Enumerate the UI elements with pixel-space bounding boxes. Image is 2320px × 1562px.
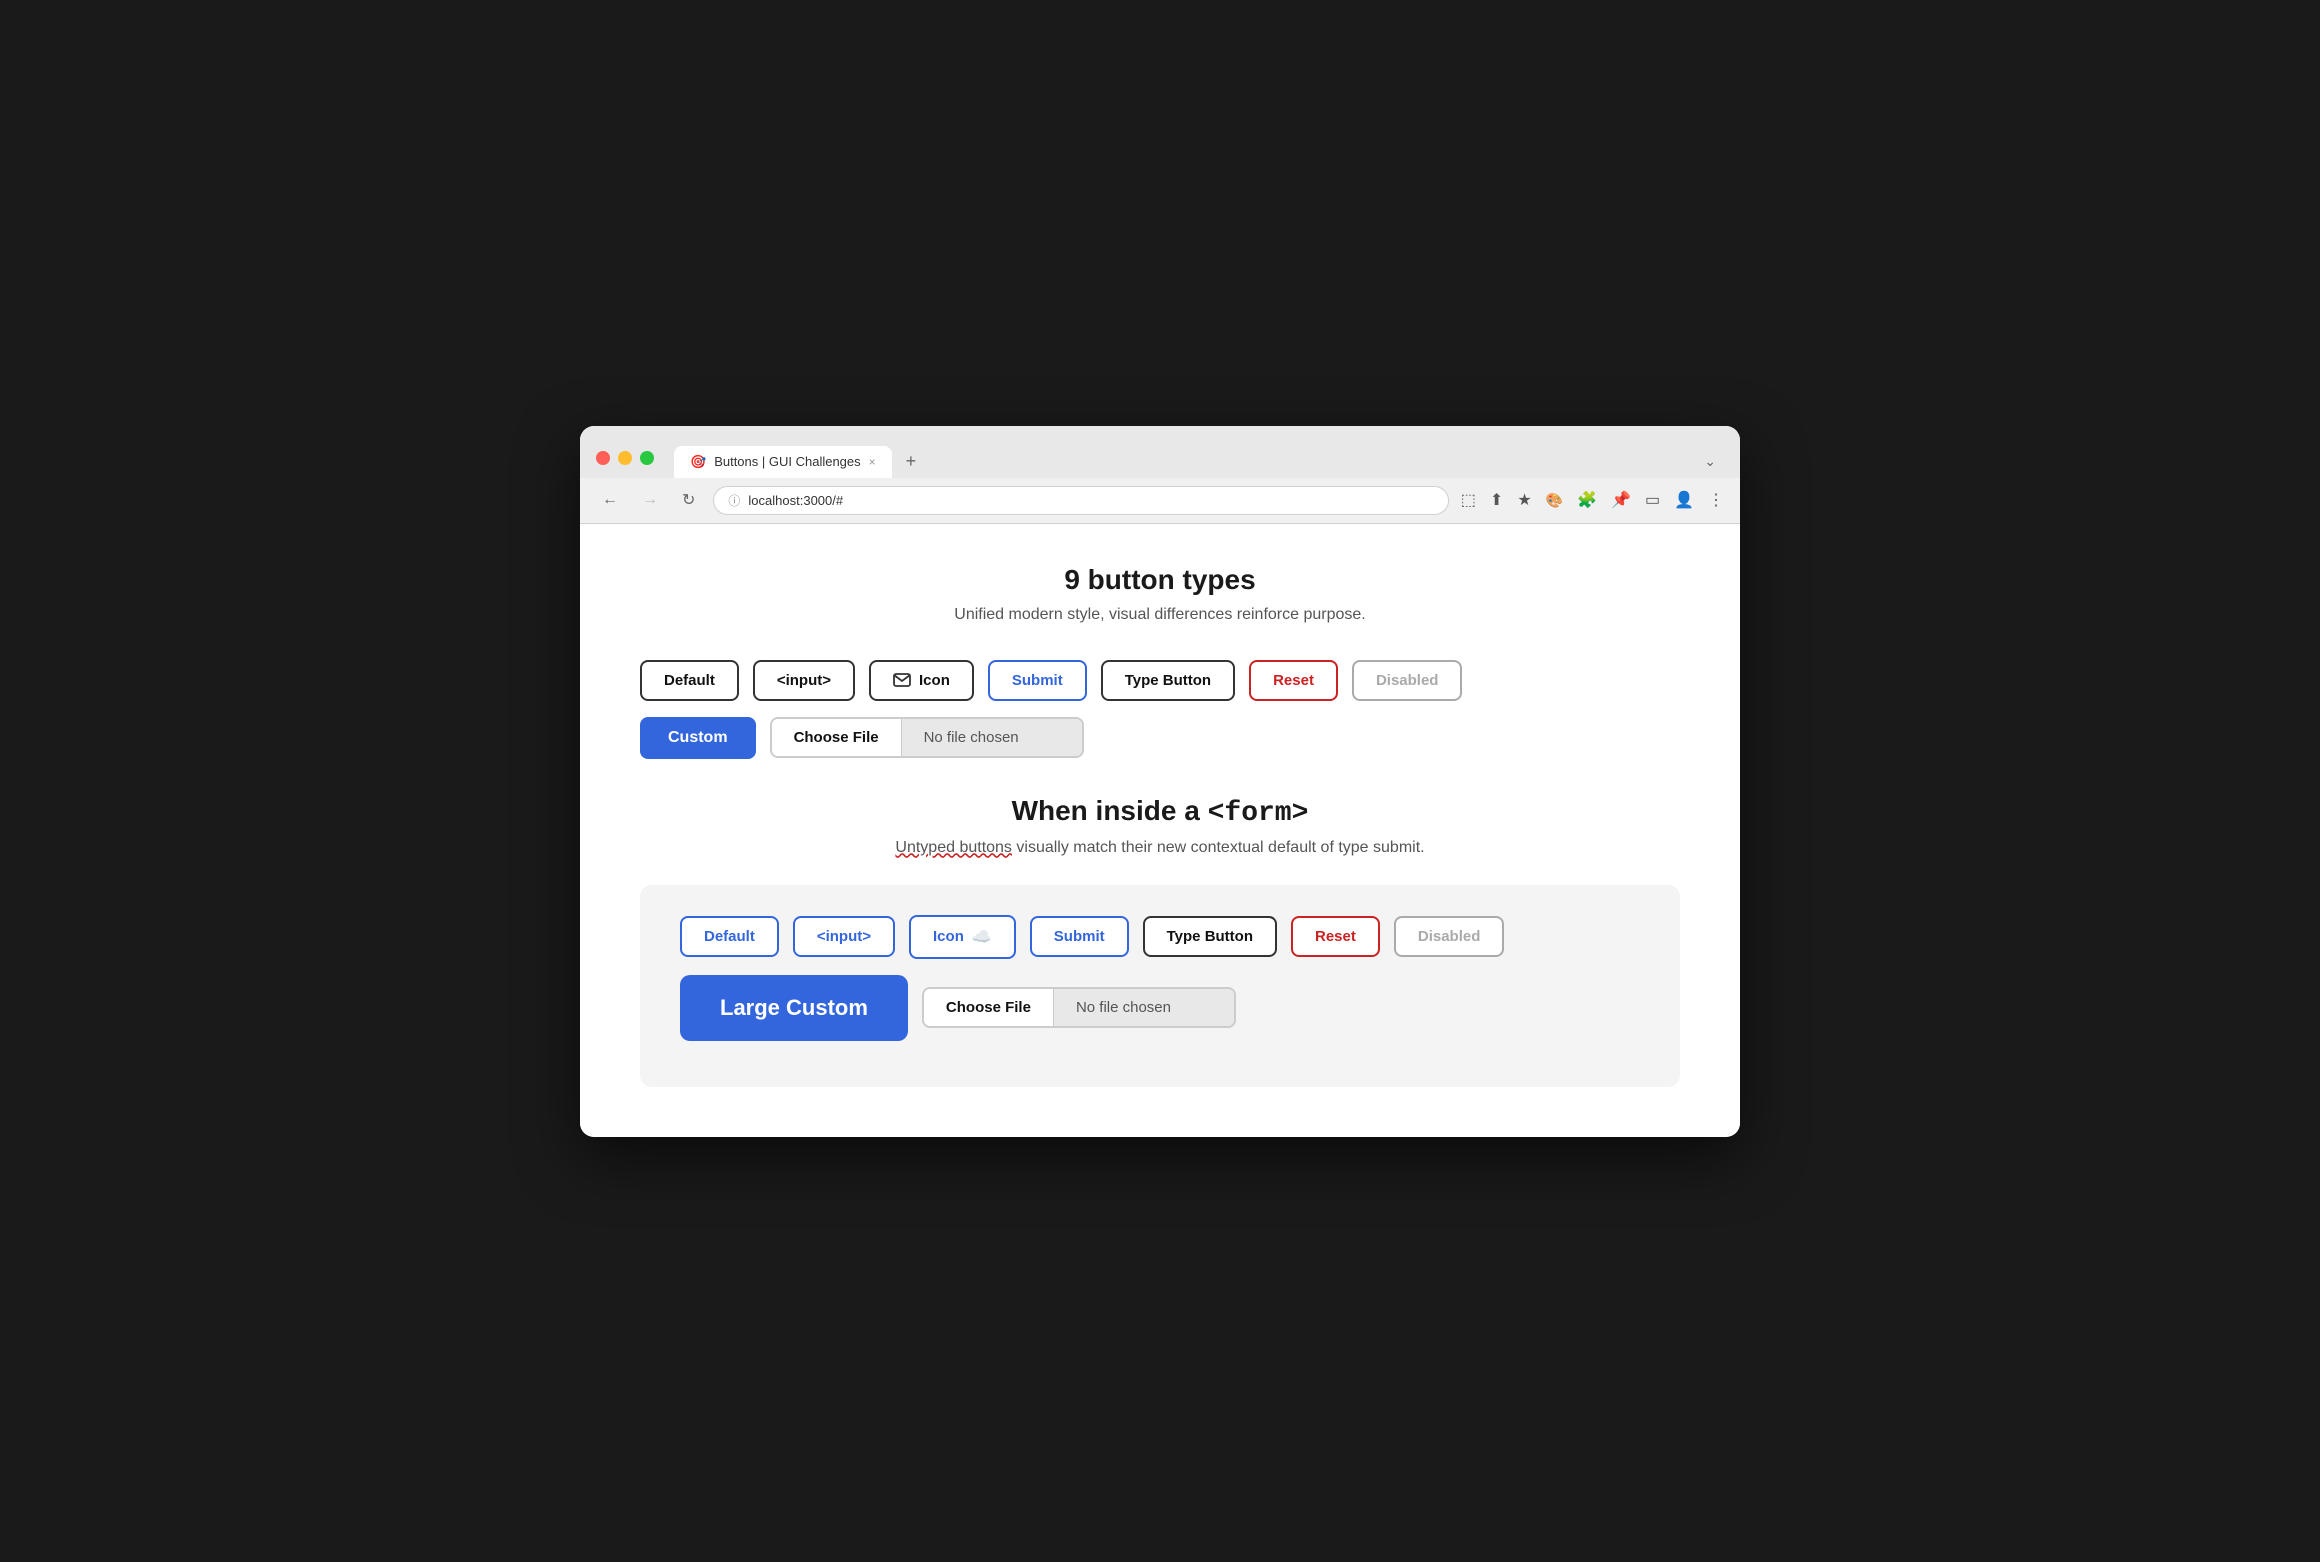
- sidebar-icon[interactable]: ▭: [1645, 490, 1660, 510]
- form-icon-button[interactable]: Icon ☁️: [909, 915, 1016, 959]
- bookmark-icon[interactable]: ★: [1517, 490, 1531, 510]
- icon-button-label: Icon: [919, 672, 950, 689]
- url-text: localhost:3000/#: [748, 493, 843, 508]
- more-options-button[interactable]: ⋮: [1708, 490, 1724, 510]
- profile-icon[interactable]: 👤: [1674, 490, 1694, 510]
- page-content: 9 button types Unified modern style, vis…: [580, 524, 1740, 1137]
- pin-icon[interactable]: 📌: [1611, 490, 1631, 510]
- type-button[interactable]: Type Button: [1101, 660, 1235, 701]
- url-bar[interactable]: ⓘ localhost:3000/#: [713, 486, 1448, 515]
- browser-window: 🎯 Buttons | GUI Challenges × + ⌄ ← → ↻ ⓘ…: [580, 426, 1740, 1137]
- address-bar: ← → ↻ ⓘ localhost:3000/# ⬚ ⬆ ★ 🎨 🧩 📌 ▭ 👤…: [580, 478, 1740, 524]
- form-default-button[interactable]: Default: [680, 916, 779, 957]
- title-bar: 🎯 Buttons | GUI Challenges × + ⌄: [580, 426, 1740, 478]
- form-input-button[interactable]: <input>: [793, 916, 895, 957]
- tab-bar: 🎯 Buttons | GUI Challenges × + ⌄: [674, 444, 1724, 478]
- section1-row2: Custom Choose File No file chosen: [640, 717, 1680, 759]
- subtitle-rest: visually match their new contextual defa…: [1012, 839, 1425, 856]
- color-icon[interactable]: 🎨: [1546, 492, 1563, 509]
- toolbar-buttons: ⬚ ⬆ ★ 🎨 🧩 📌 ▭ 👤 ⋮: [1461, 490, 1724, 510]
- section2-row2: Large Custom Choose File No file chosen: [680, 975, 1640, 1041]
- active-tab[interactable]: 🎯 Buttons | GUI Challenges ×: [674, 446, 892, 478]
- file-input-group: Choose File No file chosen: [770, 717, 1084, 758]
- form-file-input-group: Choose File No file chosen: [922, 987, 1236, 1028]
- tab-icon: 🎯: [690, 454, 706, 470]
- tab-close-button[interactable]: ×: [869, 455, 876, 469]
- cloud-icon: ☁️: [972, 927, 992, 947]
- new-tab-button[interactable]: +: [892, 444, 931, 478]
- forward-button[interactable]: →: [636, 487, 664, 513]
- close-traffic-light[interactable]: [596, 451, 610, 465]
- traffic-lights: [596, 451, 654, 465]
- external-link-icon[interactable]: ⬚: [1461, 490, 1476, 510]
- section2-title-code: <form>: [1208, 798, 1309, 829]
- tab-label: Buttons | GUI Challenges: [714, 454, 860, 469]
- default-button[interactable]: Default: [640, 660, 739, 701]
- choose-file-button[interactable]: Choose File: [772, 719, 902, 756]
- section1-row1: Default <input> Icon Submit Type Button …: [640, 660, 1680, 701]
- mail-icon: [893, 673, 911, 687]
- form-icon-button-label: Icon: [933, 928, 964, 945]
- extension-icon[interactable]: 🧩: [1577, 490, 1597, 510]
- icon-button[interactable]: Icon: [869, 660, 974, 701]
- form-disabled-button: Disabled: [1394, 916, 1505, 957]
- form-no-file-chosen-label: No file chosen: [1054, 989, 1234, 1026]
- secure-icon: ⓘ: [728, 492, 740, 509]
- section1-title: 9 button types: [640, 564, 1680, 596]
- form-box: Default <input> Icon ☁️ Submit Type Butt…: [640, 885, 1680, 1087]
- back-button[interactable]: ←: [596, 487, 624, 513]
- form-type-button[interactable]: Type Button: [1143, 916, 1277, 957]
- form-choose-file-button[interactable]: Choose File: [924, 989, 1054, 1026]
- disabled-button: Disabled: [1352, 660, 1463, 701]
- form-reset-button[interactable]: Reset: [1291, 916, 1380, 957]
- large-custom-button[interactable]: Large Custom: [680, 975, 908, 1041]
- section2-title-prefix: When inside a: [1012, 795, 1208, 826]
- subtitle-underline: Untyped buttons: [895, 839, 1012, 856]
- custom-button[interactable]: Custom: [640, 717, 756, 759]
- form-submit-button[interactable]: Submit: [1030, 916, 1129, 957]
- maximize-traffic-light[interactable]: [640, 451, 654, 465]
- section2-subtitle: Untyped buttons visually match their new…: [640, 839, 1680, 857]
- reset-button[interactable]: Reset: [1249, 660, 1338, 701]
- section2-title: When inside a <form>: [640, 795, 1680, 829]
- section2-row1: Default <input> Icon ☁️ Submit Type Butt…: [680, 915, 1640, 959]
- section1-subtitle: Unified modern style, visual differences…: [640, 606, 1680, 624]
- input-button[interactable]: <input>: [753, 660, 855, 701]
- reload-button[interactable]: ↻: [676, 486, 701, 514]
- share-icon[interactable]: ⬆: [1490, 490, 1503, 510]
- submit-button[interactable]: Submit: [988, 660, 1087, 701]
- minimize-traffic-light[interactable]: [618, 451, 632, 465]
- tab-expand-button[interactable]: ⌄: [1696, 445, 1724, 478]
- no-file-chosen-label: No file chosen: [902, 719, 1082, 756]
